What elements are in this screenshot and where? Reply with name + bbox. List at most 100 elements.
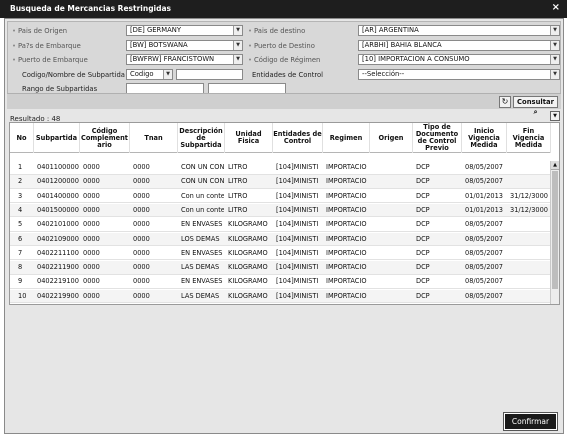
pais-embarque-select[interactable]: [BW] BOTSWANA ▼	[126, 40, 243, 51]
table-row[interactable]: 7 0402211100 0000 0000 EN ENVASES KILOGRAMO [1…	[10, 247, 551, 261]
table-cell: IMPORTACIO	[326, 234, 367, 243]
column-header[interactable]: Código Complement ario	[80, 123, 130, 153]
pais-origen-label: • Pais de Origen	[12, 27, 68, 35]
table-cell: 0000	[83, 191, 100, 200]
table-cell	[371, 161, 412, 174]
table-cell: KILOGRAMO	[228, 248, 268, 257]
dialog-body: • Pais de Origen [DE] GERMANY ▼ • Pais de d…	[4, 18, 564, 434]
chevron-down-icon: ▼	[233, 55, 242, 64]
pais-origen-select[interactable]: [DE] GERMANY ▼	[126, 25, 243, 36]
columns-dropdown-button[interactable]: ▼	[550, 111, 560, 121]
column-header[interactable]: Descripción de Subpartida	[178, 123, 225, 153]
table-cell	[371, 218, 412, 231]
table-cell: IMPORTACIO	[326, 220, 367, 229]
column-header[interactable]: Tipo de Documento de Control Previo	[413, 123, 462, 153]
table-cell: KILOGRAMO	[228, 291, 268, 300]
table-cell: 0000	[133, 263, 150, 272]
table-cell	[371, 247, 412, 260]
table-cell: DCP	[416, 291, 430, 300]
column-header[interactable]: Fin Vigencia Medida	[507, 123, 551, 153]
scroll-up-icon[interactable]: ▲	[551, 161, 559, 170]
table-row[interactable]: 1 0401100000 0000 0000 CON UN CON LITRO [104]M…	[10, 161, 551, 175]
table-cell: 0402211900	[37, 263, 79, 272]
table-cell: IMPORTACIO	[326, 263, 367, 272]
table-cell: 31/12/3000	[510, 191, 549, 200]
close-icon[interactable]: ×	[552, 2, 560, 13]
table-cell: 01/01/2013	[465, 191, 504, 200]
table-cell: [104]MINISTI	[276, 177, 319, 186]
table-cell	[508, 175, 550, 188]
column-header[interactable]: Inicio Vigencia Medida	[462, 123, 507, 153]
table-header: No Subpartida Código Complement ario Tnan De…	[10, 123, 551, 153]
table-row[interactable]: 6 0402109000 0000 0000 LOS DEMAS KILOGRAMO [10…	[10, 232, 551, 247]
table-row[interactable]: 8 0402211900 0000 0000 LAS DEMAS KILOGRAMO [10…	[10, 261, 551, 275]
table-cell: DCP	[416, 163, 430, 171]
table-cell: KILOGRAMO	[228, 263, 268, 272]
table-cell: 0000	[83, 205, 100, 214]
table-cell: 08/05/2007	[465, 277, 504, 286]
table-cell	[508, 247, 550, 260]
table-row[interactable]: 5 0402101000 0000 0000 EN ENVASES KILOGRAMO [1…	[10, 218, 551, 232]
table-cell: LITRO	[228, 177, 248, 186]
table-cell: 08/05/2007	[465, 263, 504, 272]
table-row[interactable]: 2 0401200000 0000 0000 CON UN CON LITRO [104]M…	[10, 175, 551, 189]
codigo-type-select[interactable]: Codigo ▼	[126, 69, 173, 80]
table-cell	[371, 233, 412, 246]
subpartida-input[interactable]	[176, 69, 243, 80]
table-cell: 01/01/2013	[465, 205, 504, 214]
table-cell	[371, 290, 412, 303]
table-cell: 0000	[133, 248, 150, 257]
column-header[interactable]: Entidades de Control	[273, 123, 323, 153]
column-header[interactable]: No	[10, 123, 34, 153]
chevron-down-icon: ▼	[550, 41, 559, 50]
puerto-embarque-select[interactable]: [BWFRW] FRANCISTOWN ▼	[126, 54, 243, 65]
codigo-subpartida-label: Codigo/Nombre de Subpartida	[22, 71, 125, 79]
table-row[interactable]: 10 0402219900 0000 0000 LAS DEMAS KILOGRAMO [1…	[10, 289, 551, 304]
table-cell: 0402101000	[37, 220, 79, 229]
table-cell: KILOGRAMO	[228, 220, 268, 229]
action-bar: ↻ Consultar ⌕	[7, 93, 561, 116]
table-cell: 0401500000	[37, 205, 79, 214]
table-cell: [104]MINISTI	[276, 277, 319, 286]
table-cell: 0000	[133, 234, 150, 243]
table-cell: 0401200000	[37, 177, 79, 186]
vertical-scrollbar[interactable]: ▲	[550, 161, 559, 304]
table-cell: 0000	[133, 191, 150, 200]
window-title: Busqueda de Mercancias Restringidas	[10, 4, 172, 13]
table-cell: DCP	[416, 177, 430, 186]
table-cell: 0402219900	[37, 291, 79, 300]
refresh-button[interactable]: ↻	[499, 96, 511, 108]
table-row[interactable]: 9 0402219100 0000 0000 EN ENVASES KILOGRAMO [1…	[10, 275, 551, 289]
entidades-control-select[interactable]: --Selección-- ▼	[358, 69, 560, 80]
scroll-thumb[interactable]	[552, 171, 558, 289]
rango-subpartidas-label: Rango de Subpartidas	[22, 85, 98, 93]
table-cell: [104]MINISTI	[276, 220, 319, 229]
consultar-button[interactable]: Consultar ⌕	[513, 96, 558, 116]
table-cell: [104]MINISTI	[276, 291, 319, 300]
column-header[interactable]: Regimen	[323, 123, 370, 153]
confirmar-button[interactable]: Confirmar	[503, 412, 558, 431]
pais-destino-select[interactable]: [AR] ARGENTINA ▼	[358, 25, 560, 36]
table-row[interactable]: 4 0401500000 0000 0000 Con un conte LITRO [104…	[10, 203, 551, 218]
column-header[interactable]: Origen	[370, 123, 413, 153]
column-header[interactable]: Subpartida	[34, 123, 80, 153]
table-cell	[508, 161, 550, 174]
table-cell: Con un conte	[181, 191, 224, 200]
column-header[interactable]: Tnan	[130, 123, 178, 153]
table-cell: 0000	[133, 291, 150, 300]
table-cell: LITRO	[228, 205, 248, 214]
table-cell: 08/05/2007	[465, 234, 504, 243]
table-cell: 08/05/2007	[465, 248, 504, 257]
puerto-destino-label: • Puerto de Destino	[248, 42, 315, 50]
codigo-regimen-select[interactable]: [10] IMPORTACION A CONSUMO ▼	[358, 54, 560, 65]
table-row[interactable]: 3 0401400000 0000 0000 Con un conte LITRO [104…	[10, 190, 551, 204]
column-header[interactable]: Unidad Fisica	[225, 123, 273, 153]
puerto-destino-select[interactable]: [ARBHI] BAHIA BLANCA ▼	[358, 40, 560, 51]
table-cell: EN ENVASES	[181, 220, 223, 229]
codigo-regimen-label: • Código de Régimen	[248, 56, 321, 64]
table-cell: DCP	[416, 234, 430, 243]
table-cell: 08/05/2007	[465, 177, 504, 186]
table-cell: IMPORTACIO	[326, 191, 367, 200]
table-cell	[508, 290, 550, 303]
table-cell: CON UN CON	[181, 177, 224, 186]
